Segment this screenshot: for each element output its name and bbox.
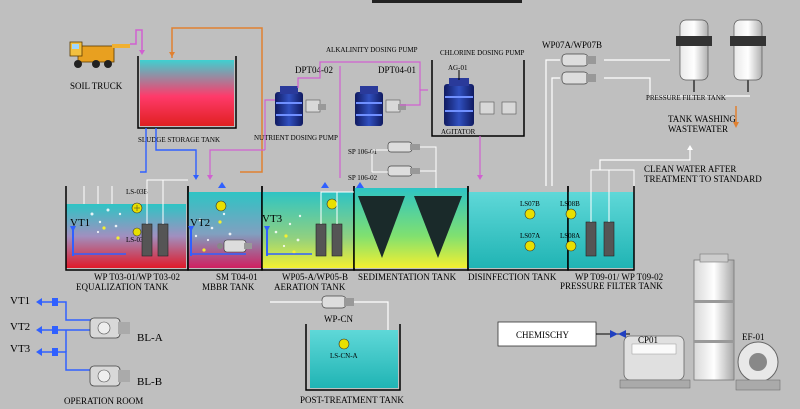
sedimentation-label: SEDIMENTATION TANK <box>358 272 457 282</box>
pump-wp-t03-02 <box>157 223 169 257</box>
chemischy-label[interactable]: CHEMISCHY <box>516 330 570 340</box>
sludge-pump-sp106-02[interactable] <box>387 165 420 177</box>
level-sensor-mbbr-icon[interactable] <box>215 200 227 212</box>
clean-water-label-1: CLEAN WATER AFTER <box>644 164 736 174</box>
pump-wp-t03-01 <box>141 223 153 257</box>
ls08b-label: LS08B <box>560 200 580 208</box>
top-bar <box>372 0 522 3</box>
vt3-tank-label: VT3 <box>262 213 283 225</box>
soil-truck-label: SOIL TRUCK <box>70 81 123 91</box>
pressure-filter-top-label: PRESSURE FILTER TANK <box>646 94 726 102</box>
pump-wp-cn[interactable] <box>321 295 354 309</box>
ls07b-label: LS07B <box>520 200 540 208</box>
pump-wp05-b <box>331 223 343 257</box>
sludge-pump-sp106-01[interactable] <box>387 141 420 153</box>
pump-wp07b[interactable] <box>561 71 596 85</box>
ef01-label: EF-01 <box>742 332 765 342</box>
level-sensor-aeration-icon[interactable] <box>326 198 338 210</box>
bl-b-label: BL-B <box>137 376 162 388</box>
vt3-label: VT3 <box>10 343 31 355</box>
sedimentation-tank[interactable] <box>353 186 469 271</box>
vt2-tank-label: VT2 <box>190 217 210 229</box>
sp106-02-label: SP 106-02 <box>348 174 378 182</box>
alkalinity-pump-label: ALKALINITY DOSING PUMP <box>326 46 418 54</box>
ls08a-label: LS08A <box>560 232 580 240</box>
vt1-tank-label: VT1 <box>70 217 90 229</box>
soil-truck-icon <box>69 41 130 68</box>
sp106-01-label: SP 106-01 <box>348 148 378 156</box>
level-sensor-ls08a-icon[interactable] <box>565 240 577 252</box>
sm-t04-label: SM T04-01 <box>216 272 258 282</box>
dpt04-02-label: DPT04-02 <box>295 65 333 75</box>
pump-wp-t09-01 <box>585 221 597 257</box>
level-sensor-ls03a-icon[interactable] <box>132 227 142 237</box>
wp-cn-label: WP-CN <box>324 314 354 324</box>
chlorine-pump-label: CHLORINE DOSING PUMP <box>440 49 525 57</box>
cp01-label: CP01 <box>638 335 658 345</box>
nutrient-dosing-pump-dpt04-02[interactable] <box>275 86 326 126</box>
mbbr-label: MBBR TANK <box>202 282 255 292</box>
pump-wp07a[interactable] <box>561 53 596 67</box>
ls03b-label: LS-03B <box>126 188 149 196</box>
equalization-label: EQUALIZATION TANK <box>76 282 169 292</box>
valve-icon[interactable] <box>610 330 626 338</box>
blower-bl-b[interactable] <box>89 365 130 387</box>
pump-wp05-a <box>315 223 327 257</box>
alkalinity-dosing-pump-dpt04-01[interactable] <box>355 86 406 126</box>
ag01-label: AG-01 <box>448 64 468 72</box>
sludge-storage-tank[interactable] <box>137 56 237 129</box>
blower-bl-a[interactable] <box>89 317 130 339</box>
level-sensor-ls07a-icon[interactable] <box>524 240 536 252</box>
level-sensor-ls-cn-a-icon[interactable] <box>338 338 350 350</box>
wp-t03-label: WP T03-01/WP T03-02 <box>94 272 180 282</box>
clean-water-label-2: TREATMENT TO STANDARD <box>644 174 762 184</box>
bl-a-label: BL-A <box>137 332 163 344</box>
ls-cn-a-label: LS-CN-A <box>330 352 358 360</box>
pressure-filter-label: PRESSURE FILTER TANK <box>560 281 663 291</box>
chlorine-dosing-tank-ag01[interactable] <box>431 60 525 137</box>
aeration-label: AERATION TANK <box>274 282 346 292</box>
pump-wp-t09-02 <box>603 221 615 257</box>
operation-room-label: OPERATION ROOM <box>64 396 143 406</box>
agitator-label: AGITATOR <box>441 128 476 136</box>
level-sensor-ls08b-icon[interactable] <box>565 208 577 220</box>
sludge-tank-label: SLUDGE STORAGE TANK <box>138 136 220 144</box>
pressure-filter-tank-1[interactable] <box>676 19 712 92</box>
pressure-filter-storage-tank[interactable] <box>567 186 635 271</box>
vt2-label: VT2 <box>10 321 30 333</box>
ls07a-label: LS07A <box>520 232 540 240</box>
disinfection-tank[interactable] <box>467 186 569 271</box>
wastewater-label: WASTEWATER <box>668 124 728 134</box>
wp05-label: WP05-A/WP05-B <box>282 272 348 282</box>
vt1-label: VT1 <box>10 295 30 307</box>
pressure-filter-tank-2[interactable] <box>730 19 766 92</box>
tank-washing-label: TANK WASHING <box>668 114 736 124</box>
scada-screen: { "labels": { "soil_truck": "SOIL TRUCK"… <box>0 0 800 409</box>
dpt04-01-label: DPT04-01 <box>378 65 416 75</box>
exhaust-fan-tower-ef01[interactable] <box>693 253 781 391</box>
level-sensor-ls07b-icon[interactable] <box>524 208 536 220</box>
nutrient-pump-label: NUTRIENT DOSING PUMP <box>254 134 338 142</box>
wp07-label: WP07A/WP07B <box>542 40 602 50</box>
post-treatment-label: POST-TREATMENT TANK <box>300 395 404 405</box>
level-sensor-ls03b-icon[interactable] <box>131 202 143 214</box>
disinfection-label: DISINFECTION TANK <box>468 272 557 282</box>
